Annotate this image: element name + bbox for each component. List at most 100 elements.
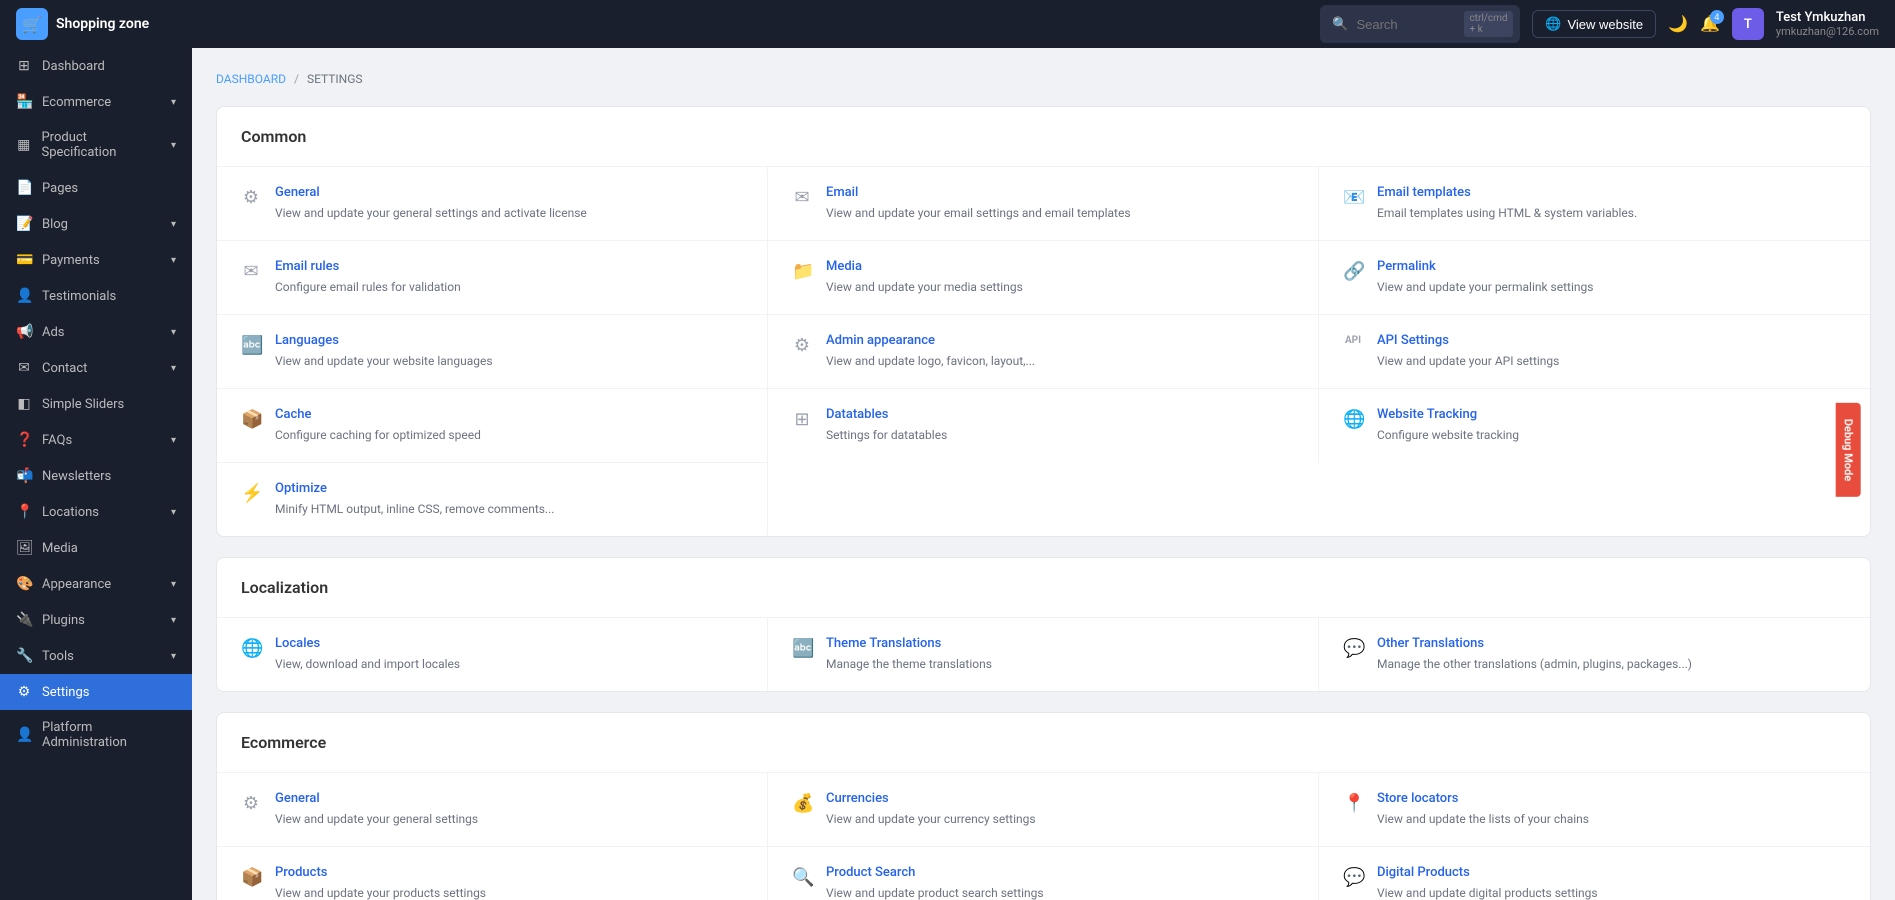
grid-item-content: API Settings View and update your API se… bbox=[1377, 333, 1846, 370]
grid-item-desc: View and update your media settings bbox=[826, 278, 1294, 296]
grid-item-desc: Configure email rules for validation bbox=[275, 278, 743, 296]
grid-item-title[interactable]: Email bbox=[826, 185, 1294, 200]
grid-item-desc: Minify HTML output, inline CSS, remove c… bbox=[275, 500, 743, 518]
sidebar-item-plugins[interactable]: 🔌 Plugins ▾ bbox=[0, 602, 192, 638]
sidebar-item-product-specification[interactable]: ▦ Product Specification ▾ bbox=[0, 120, 192, 170]
search-bar[interactable]: 🔍 ctrl/cmd + k bbox=[1320, 5, 1520, 43]
grid-item-title[interactable]: Locales bbox=[275, 636, 743, 651]
grid-item-title[interactable]: Product Search bbox=[826, 865, 1294, 880]
avatar: T bbox=[1732, 8, 1764, 40]
grid-item-title[interactable]: Store locators bbox=[1377, 791, 1846, 806]
grid-item-title[interactable]: General bbox=[275, 185, 743, 200]
grid-item-title[interactable]: Optimize bbox=[275, 481, 743, 496]
view-website-button[interactable]: 🌐 View website bbox=[1532, 10, 1656, 38]
moon-icon-button[interactable]: 🌙 bbox=[1668, 14, 1688, 34]
sidebar-label-contact: Contact bbox=[42, 361, 87, 376]
sidebar-item-locations[interactable]: 📍 Locations ▾ bbox=[0, 494, 192, 530]
email-templates-icon: 📧 bbox=[1343, 187, 1363, 208]
grid-item-title[interactable]: Datatables bbox=[826, 407, 1294, 422]
sidebar-item-settings[interactable]: ⚙ Settings bbox=[0, 674, 192, 710]
sidebar: ⊞ Dashboard 🏪 Ecommerce ▾ ▦ Product Spec… bbox=[0, 48, 192, 900]
logo-text: Shopping zone bbox=[56, 16, 149, 32]
sidebar-item-simple-sliders[interactable]: ◧ Simple Sliders bbox=[0, 386, 192, 422]
grid-item-content: Datatables Settings for datatables bbox=[826, 407, 1294, 444]
grid-item-desc: View and update your email settings and … bbox=[826, 204, 1294, 222]
sidebar-label-tools: Tools bbox=[42, 649, 74, 664]
grid-item-title[interactable]: Products bbox=[275, 865, 743, 880]
sidebar-icon-tools: 🔧 bbox=[16, 648, 32, 664]
grid-item-content: Products View and update your products s… bbox=[275, 865, 743, 900]
sidebar-item-pages[interactable]: 📄 Pages bbox=[0, 170, 192, 206]
grid-item-desc: View and update digital products setting… bbox=[1377, 884, 1846, 900]
grid-item-content: Currencies View and update your currency… bbox=[826, 791, 1294, 828]
grid-item-title[interactable]: Cache bbox=[275, 407, 743, 422]
sidebar-label-dashboard: Dashboard bbox=[42, 59, 105, 74]
grid-item-title[interactable]: Permalink bbox=[1377, 259, 1846, 274]
sidebar-label-ecommerce: Ecommerce bbox=[42, 95, 111, 110]
grid-item-content: Website Tracking Configure website track… bbox=[1377, 407, 1846, 444]
search-icon: 🔍 bbox=[1332, 17, 1348, 32]
chevron-icon: ▾ bbox=[171, 327, 176, 338]
grid-item-title[interactable]: Currencies bbox=[826, 791, 1294, 806]
notification-button[interactable]: 🔔 4 bbox=[1700, 14, 1720, 34]
sidebar-item-appearance[interactable]: 🎨 Appearance ▾ bbox=[0, 566, 192, 602]
grid-item-title[interactable]: Website Tracking bbox=[1377, 407, 1846, 422]
search-input[interactable] bbox=[1356, 17, 1456, 32]
grid-item-title[interactable]: Languages bbox=[275, 333, 743, 348]
setting-item-website-tracking: 🌐 Website Tracking Configure website tra… bbox=[1319, 389, 1870, 463]
sidebar-item-contact[interactable]: ✉ Contact ▾ bbox=[0, 350, 192, 386]
grid-item-content: Admin appearance View and update logo, f… bbox=[826, 333, 1294, 370]
setting-item-media: 📁 Media View and update your media setti… bbox=[768, 241, 1319, 315]
search-shortcut: ctrl/cmd + k bbox=[1464, 11, 1512, 37]
sidebar-item-media[interactable]: 🖼 Media bbox=[0, 530, 192, 566]
email-icon: ✉ bbox=[792, 187, 812, 208]
admin-appearance-icon: ⚙ bbox=[792, 335, 812, 356]
sidebar-item-ecommerce[interactable]: 🏪 Ecommerce ▾ bbox=[0, 84, 192, 120]
sidebar-icon-plugins: 🔌 bbox=[16, 612, 32, 628]
logo[interactable]: 🛒 Shopping zone bbox=[16, 8, 149, 40]
breadcrumb-dashboard[interactable]: DASHBOARD bbox=[216, 72, 286, 86]
currencies-icon: 💰 bbox=[792, 793, 812, 814]
grid-item-content: Media View and update your media setting… bbox=[826, 259, 1294, 296]
grid-item-title[interactable]: Digital Products bbox=[1377, 865, 1846, 880]
sidebar-icon-pages: 📄 bbox=[16, 180, 32, 196]
sidebar-icon-testimonials: 👤 bbox=[16, 288, 32, 304]
sidebar-item-dashboard[interactable]: ⊞ Dashboard bbox=[0, 48, 192, 84]
grid-item-content: Store locators View and update the lists… bbox=[1377, 791, 1846, 828]
sidebar-item-ads[interactable]: 📢 Ads ▾ bbox=[0, 314, 192, 350]
grid-item-content: General View and update your general set… bbox=[275, 791, 743, 828]
grid-item-title[interactable]: Email rules bbox=[275, 259, 743, 274]
section-title-localization: Localization bbox=[217, 558, 1870, 618]
sidebar-icon-payments: 💳 bbox=[16, 252, 32, 268]
sidebar-label-product-specification: Product Specification bbox=[41, 130, 161, 160]
sidebar-icon-faqs: ❓ bbox=[16, 432, 32, 448]
grid-item-title[interactable]: Theme Translations bbox=[826, 636, 1294, 651]
topnav-actions: 🌐 View website 🌙 🔔 4 T Test Ymkuzhan ymk… bbox=[1532, 8, 1879, 40]
setting-item-datatables: ⊞ Datatables Settings for datatables bbox=[768, 389, 1319, 463]
setting-item-optimize: ⚡ Optimize Minify HTML output, inline CS… bbox=[217, 463, 768, 536]
sidebar-item-faqs[interactable]: ❓ FAQs ▾ bbox=[0, 422, 192, 458]
products-icon: 📦 bbox=[241, 867, 261, 888]
grid-item-desc: View and update your products settings bbox=[275, 884, 743, 900]
setting-item-permalink: 🔗 Permalink View and update your permali… bbox=[1319, 241, 1870, 315]
sidebar-item-tools[interactable]: 🔧 Tools ▾ bbox=[0, 638, 192, 674]
sidebar-item-newsletters[interactable]: 📬 Newsletters bbox=[0, 458, 192, 494]
grid-item-content: Theme Translations Manage the theme tran… bbox=[826, 636, 1294, 673]
sidebar-item-testimonials[interactable]: 👤 Testimonials bbox=[0, 278, 192, 314]
grid-item-title[interactable]: Admin appearance bbox=[826, 333, 1294, 348]
sidebar-item-platform-administration[interactable]: 👤 Platform Administration bbox=[0, 710, 192, 760]
debug-badge[interactable]: Debug Mode bbox=[1835, 403, 1860, 497]
grid-item-content: Other Translations Manage the other tran… bbox=[1377, 636, 1846, 673]
setting-item-email: ✉ Email View and update your email setti… bbox=[768, 167, 1319, 241]
sidebar-item-blog[interactable]: 📝 Blog ▾ bbox=[0, 206, 192, 242]
sidebar-label-ads: Ads bbox=[42, 325, 65, 340]
grid-item-title[interactable]: Other Translations bbox=[1377, 636, 1846, 651]
section-common: Common ⚙ General View and update your ge… bbox=[216, 106, 1871, 537]
sidebar-icon-product-specification: ▦ bbox=[16, 137, 31, 153]
grid-item-title[interactable]: Email templates bbox=[1377, 185, 1846, 200]
sidebar-item-payments[interactable]: 💳 Payments ▾ bbox=[0, 242, 192, 278]
setting-item-store-locators: 📍 Store locators View and update the lis… bbox=[1319, 773, 1870, 847]
grid-item-title[interactable]: General bbox=[275, 791, 743, 806]
grid-item-title[interactable]: API Settings bbox=[1377, 333, 1846, 348]
grid-item-title[interactable]: Media bbox=[826, 259, 1294, 274]
